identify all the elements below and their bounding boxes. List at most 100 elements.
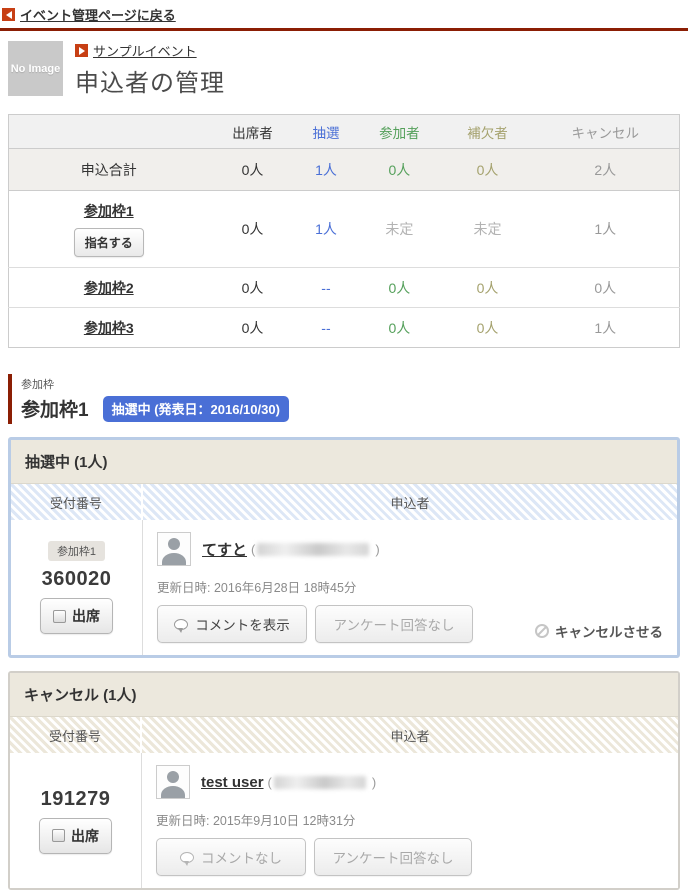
slot1-attendees: 0人 (208, 190, 297, 268)
slot1-cancel: 1人 (531, 190, 680, 268)
lottery-panel: 抽選中 (1人) 受付番号 申込者 参加枠1 360020 出席 てすと ()… (8, 437, 680, 658)
attendance-checkbox[interactable] (53, 609, 66, 623)
paren-close: ) (371, 774, 377, 790)
slot1-link[interactable]: 参加枠1 (84, 203, 134, 219)
lottery-entry-row: 参加枠1 360020 出席 てすと ( ) 更新日時: 2016年6月28日 … (11, 520, 677, 655)
slot3-cancel: 1人 (531, 307, 680, 348)
applicant-name-link[interactable]: てすと (202, 539, 247, 560)
summary-header-row: 出席者 抽選 参加者 補欠者 キャンセル (8, 114, 680, 149)
prohibit-icon (535, 624, 549, 638)
no-comment-label: コメントなし (201, 851, 282, 866)
empty-header-cell (8, 114, 209, 149)
survey-no-answer-button[interactable]: アンケート回答なし (314, 838, 472, 876)
show-comment-label: コメントを表示 (195, 618, 290, 633)
slot3-attendees: 0人 (208, 307, 297, 348)
col-header-lottery: 抽選 (296, 114, 356, 149)
comment-bubble-icon (174, 618, 189, 630)
attendance-label: 出席 (72, 608, 100, 624)
slot2-link[interactable]: 参加枠2 (84, 280, 134, 296)
receipt-number-column-header: 受付番号 (10, 717, 142, 753)
slot2-cancel: 0人 (531, 267, 680, 308)
cancel-entry-row: 191279 出席 test user ( ) 更新日時: 2015年9月10日… (10, 753, 678, 888)
section-eyebrow: 参加枠 (21, 379, 54, 391)
slot1-participants: 未定 (355, 190, 444, 268)
applicant-column-header: 申込者 (142, 717, 678, 753)
updated-timestamp: 更新日時: 2015年9月10日 12時31分 (156, 814, 356, 828)
slot2-lottery: -- (296, 267, 356, 308)
total-cancel: 2人 (531, 148, 680, 191)
page-title: 申込者の管理 (75, 70, 225, 97)
total-lottery: 1人 (296, 148, 356, 191)
updated-timestamp: 更新日時: 2016年6月28日 18時45分 (157, 581, 357, 595)
back-to-event-management-link[interactable]: イベント管理ページに戻る (20, 5, 176, 24)
total-participants: 0人 (355, 148, 444, 191)
survey-no-answer-button[interactable]: アンケート回答なし (315, 605, 473, 643)
receipt-number: 360020 (41, 568, 112, 590)
receipt-number-column-header: 受付番号 (11, 484, 143, 520)
attendance-checkbox[interactable] (52, 829, 65, 842)
title-column: サンプルイベント 申込者の管理 (75, 41, 225, 98)
back-row: イベント管理ページに戻る (0, 3, 688, 28)
lottery-panel-title: 抽選中 (1人) (11, 440, 677, 484)
event-link-row: サンプルイベント (75, 41, 225, 60)
paren-close: ) (375, 541, 380, 557)
slot3-lottery: -- (296, 307, 356, 348)
slot1-waitlist: 未定 (443, 190, 532, 268)
paren-open: ( (251, 541, 256, 557)
applicant-name-link[interactable]: test user (201, 774, 264, 791)
slot1-lottery: 1人 (296, 190, 356, 268)
col-header-cancel: キャンセル (531, 114, 680, 149)
applicant-summary-table: 出席者 抽選 参加者 補欠者 キャンセル 申込合計 0人 1人 0人 0人 2人 (8, 114, 680, 348)
redacted-username (273, 775, 366, 789)
cancel-panel: キャンセル (1人) 受付番号 申込者 191279 出席 test user … (8, 671, 680, 890)
applicant-management-page: イベント管理ページに戻る No Image サンプルイベント 申込者の管理 出席… (0, 0, 688, 894)
table-row-slot2: 参加枠2 0人 -- 0人 0人 0人 (8, 267, 680, 308)
receipt-number: 191279 (40, 787, 111, 810)
cancel-panel-title: キャンセル (1人) (10, 673, 678, 717)
section-title: 参加枠1 (21, 400, 89, 421)
col-header-waitlist: 補欠者 (443, 114, 532, 149)
col-header-participants: 参加者 (355, 114, 444, 149)
table-row-slot1: 参加枠1 指名する 0人 1人 未定 未定 1人 (8, 190, 680, 268)
user-avatar-icon (157, 532, 191, 566)
bottom-padding (0, 890, 688, 894)
user-avatar-icon (156, 765, 190, 799)
total-attendees: 0人 (208, 148, 297, 191)
paren-open: ( (267, 774, 272, 790)
slot-chip: 参加枠1 (47, 541, 106, 561)
survey-no-answer-label: アンケート回答なし (332, 851, 454, 866)
applicant-column-header: 申込者 (143, 484, 677, 520)
force-cancel-link[interactable]: キャンセルさせる (535, 621, 663, 641)
lottery-entry-receipt-cell: 参加枠1 360020 出席 (11, 520, 143, 655)
slot-section-header: 参加枠 参加枠1 抽選中 (発表日：2016/10/30) (8, 374, 680, 424)
total-waitlist: 0人 (443, 148, 532, 191)
force-cancel-label: キャンセルさせる (555, 625, 663, 640)
back-arrow-icon (2, 8, 15, 21)
col-header-attendees: 出席者 (208, 114, 297, 149)
summary-table-wrap: 出席者 抽選 参加者 補欠者 キャンセル 申込合計 0人 1人 0人 0人 2人 (0, 104, 688, 348)
lottery-panel-columns: 受付番号 申込者 (11, 484, 677, 520)
cancel-panel-columns: 受付番号 申込者 (10, 717, 678, 753)
nominate-button[interactable]: 指名する (73, 228, 144, 257)
show-comment-button[interactable]: コメントを表示 (157, 605, 307, 643)
cancel-entry-receipt-cell: 191279 出席 (10, 753, 142, 888)
slot3-link[interactable]: 参加枠3 (84, 320, 134, 336)
slot3-waitlist: 0人 (443, 307, 532, 348)
event-thumbnail-placeholder: No Image (8, 41, 63, 96)
table-row-total: 申込合計 0人 1人 0人 0人 2人 (8, 148, 680, 191)
total-row-label: 申込合計 (8, 148, 209, 191)
forward-arrow-icon (75, 44, 88, 57)
attendance-label: 出席 (71, 827, 99, 844)
attendance-toggle-button[interactable]: 出席 (40, 598, 113, 634)
redacted-username (257, 542, 370, 556)
cancel-entry-applicant-cell: test user ( ) 更新日時: 2015年9月10日 12時31分 コメ… (142, 753, 678, 888)
no-comment-button[interactable]: コメントなし (156, 838, 306, 876)
attendance-toggle-button[interactable]: 出席 (39, 817, 112, 854)
event-header: No Image サンプルイベント 申込者の管理 (0, 31, 688, 104)
lottery-entry-applicant-cell: てすと ( ) 更新日時: 2016年6月28日 18時45分 コメントを表示 … (143, 520, 677, 655)
lottery-status-badge: 抽選中 (発表日：2016/10/30) (102, 395, 289, 422)
slot2-participants: 0人 (355, 267, 444, 308)
event-name-link[interactable]: サンプルイベント (93, 41, 197, 60)
slot2-attendees: 0人 (208, 267, 297, 308)
slot3-participants: 0人 (355, 307, 444, 348)
